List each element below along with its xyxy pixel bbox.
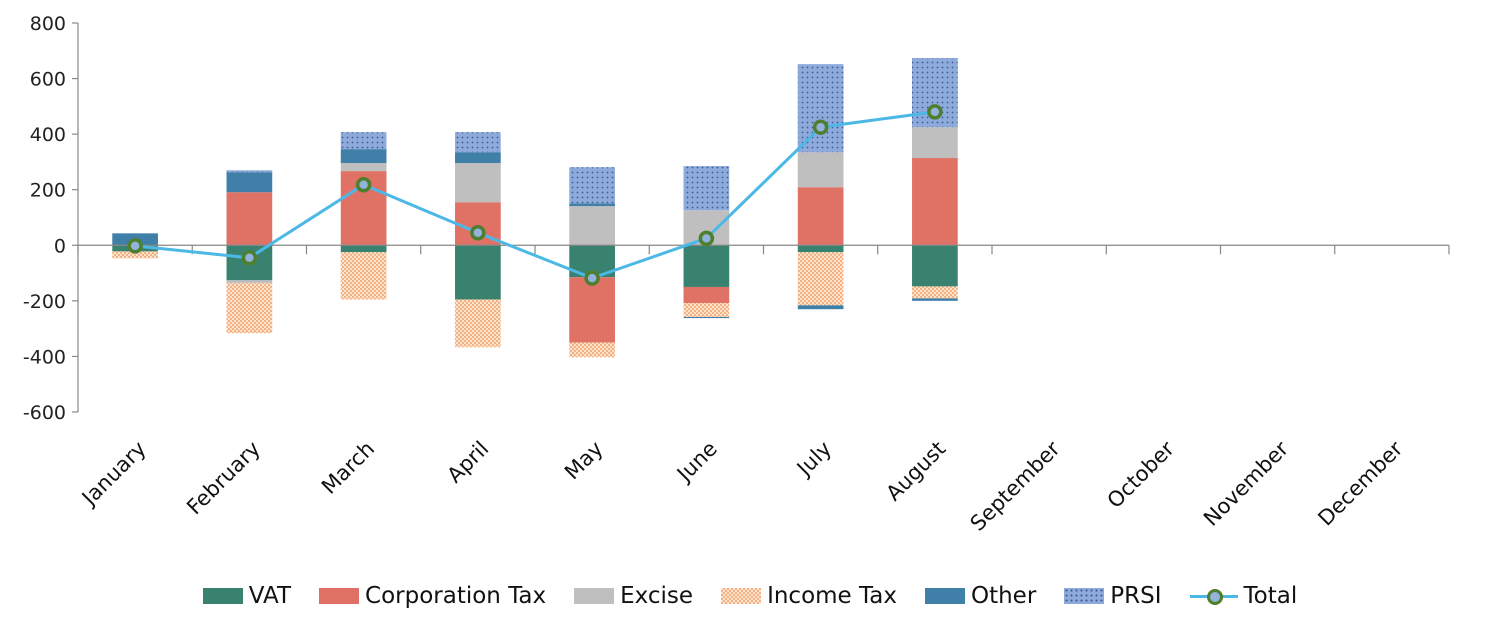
category-labels: January February March April May June July Augu… (76, 436, 1408, 535)
bar-segment-vat (340, 245, 387, 253)
y-tick-label: 200 (30, 180, 66, 202)
x-tick-label: September (966, 436, 1065, 535)
bar-segment-corporation-tax (683, 286, 730, 304)
x-tick-label: February (182, 437, 265, 520)
y-tick-label: 800 (30, 13, 66, 35)
bar-segment-prsi (569, 167, 615, 204)
bar-segment-vat (455, 245, 501, 300)
bar-segment-income-tax (912, 286, 958, 299)
bar-segment-corporation-tax (569, 277, 615, 343)
x-tick-label: August (881, 437, 950, 506)
bar-segment-other (340, 149, 387, 164)
bar-segment-excise (455, 163, 501, 203)
bar-segment-income-tax (797, 252, 844, 306)
bar-segment-income-tax (226, 283, 273, 334)
legend-swatch (574, 588, 615, 604)
bar-segment-income-tax (455, 299, 501, 348)
bar-segment-prsi (797, 64, 844, 153)
bar-segment-income-tax (569, 342, 615, 358)
bar-segment-corporation-tax (226, 192, 273, 246)
bar-segment-other (226, 172, 273, 193)
x-axis (77, 244, 1450, 255)
bar-segment-other (683, 316, 730, 319)
bar-segment-other (455, 152, 501, 164)
bar-segment-excise (569, 206, 615, 246)
legend-label: Income Tax (767, 583, 897, 609)
total-point (470, 225, 486, 241)
x-tick-label: June (671, 437, 722, 488)
bar-segment-excise (340, 163, 387, 172)
legend-item-total: Total (1189, 583, 1298, 609)
x-tick-label: November (1199, 436, 1293, 530)
legend-label: Other (970, 583, 1037, 609)
total-point (241, 250, 258, 266)
x-tick-label: January (76, 437, 151, 512)
legend-label: Corporation Tax (365, 583, 547, 609)
legend-item-prsi: PRSI (1064, 583, 1162, 609)
legend-swatch (924, 588, 965, 604)
bar-segment-excise (226, 280, 273, 284)
bar-segment-corporation-tax (797, 187, 844, 246)
chart: -600 -400 -200 0 200 400 600 800 January Februar… (23, 13, 1450, 536)
legend-swatch (1189, 586, 1238, 606)
bar-segment-corporation-tax (912, 158, 958, 246)
legend-item-corporation-tax: Corporation Tax (319, 583, 546, 609)
total-point (355, 176, 372, 193)
bar-segment-other (797, 305, 844, 310)
bar-segment-vat (797, 245, 844, 253)
bar-segment-excise (912, 127, 958, 159)
legend-swatch (202, 588, 243, 604)
y-tick-label: -600 (23, 402, 66, 424)
legend: VAT Corporation Tax Excise Income Tax Other P… (0, 578, 1500, 614)
bar-segment-income-tax (340, 252, 387, 300)
legend-label: Excise (620, 583, 694, 609)
bar-segment-vat (912, 245, 958, 287)
x-tick-label: March (317, 437, 379, 499)
legend-swatch (319, 588, 360, 604)
bar-segment-income-tax (683, 303, 730, 317)
y-tick-label: -400 (23, 346, 66, 368)
total-point (584, 270, 600, 286)
y-tick-label: -200 (23, 291, 66, 313)
bar-segment-prsi (455, 132, 501, 153)
legend-item-excise: Excise (574, 583, 693, 609)
total-point (698, 230, 715, 247)
legend-item-income-tax: Income Tax (721, 583, 897, 609)
total-point (927, 104, 943, 120)
legend-item-vat: VAT (202, 583, 292, 609)
bars (112, 58, 958, 358)
y-tick-label: 600 (30, 69, 66, 91)
y-tick-label: 0 (54, 235, 66, 257)
legend-item-other: Other (924, 583, 1037, 609)
legend-label: VAT (248, 583, 292, 609)
bar-segment-prsi (226, 170, 273, 173)
x-tick-label: May (560, 437, 608, 485)
bar-segment-prsi (683, 166, 730, 211)
x-tick-label: April (442, 437, 493, 488)
legend-label: PRSI (1110, 583, 1162, 609)
x-tick-label: October (1103, 436, 1180, 513)
legend-swatch (721, 588, 762, 604)
y-axis: -600 -400 -200 0 200 400 600 800 (23, 13, 79, 424)
bar-segment-other (569, 203, 615, 207)
legend-label: Total (1243, 583, 1298, 609)
bar-segment-prsi (340, 132, 387, 150)
x-tick-label: July (791, 437, 836, 482)
bar-segment-excise (797, 152, 844, 188)
total-point (812, 119, 829, 135)
bar-segment-other (912, 298, 958, 301)
total-point (127, 238, 143, 254)
y-tick-label: 400 (30, 124, 66, 146)
legend-swatch (1064, 588, 1105, 604)
bar-segment-vat (683, 245, 730, 287)
x-tick-label: December (1313, 436, 1407, 530)
